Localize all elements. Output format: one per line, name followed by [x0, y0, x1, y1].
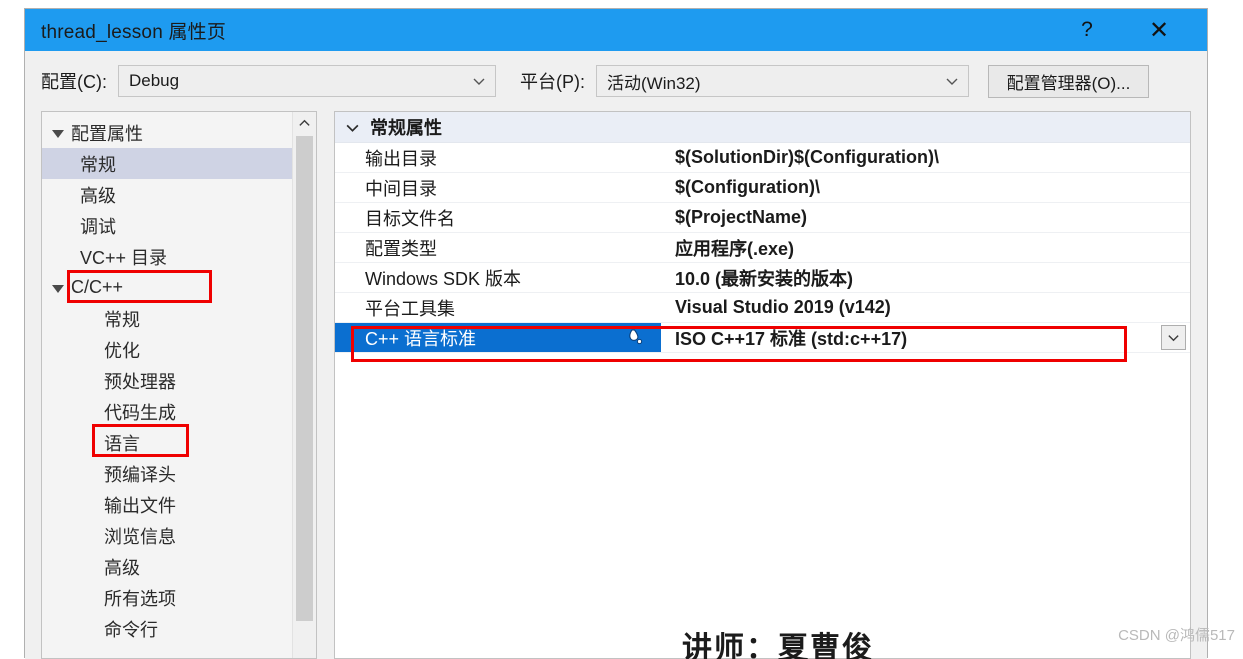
property-name-label: 平台工具集	[365, 298, 455, 319]
tree-item-4[interactable]: VC++ 目录	[42, 241, 292, 272]
tree-item-11[interactable]: 预编译头	[42, 458, 292, 489]
tree-item-1[interactable]: 常规	[42, 148, 292, 179]
property-grid-panel: 常规属性 输出目录 $(SolutionDir)$(Configuration)\…	[334, 111, 1191, 659]
tree-item-label: 常规	[80, 154, 116, 175]
tree-item-label: 输出文件	[104, 495, 176, 516]
property-row-6[interactable]: C++ 语言标准 ISO C++17 标准 (std:c++17)	[335, 323, 1190, 353]
tree-item-10[interactable]: 语言	[42, 424, 292, 458]
tree-item-label: 代码生成	[104, 402, 176, 423]
property-grid-rows: 输出目录 $(SolutionDir)$(Configuration)\ 中间目录 $…	[335, 143, 1190, 353]
tree-item-label: 高级	[104, 557, 140, 578]
title-bar: thread_lesson 属性页 ? ✕	[25, 9, 1207, 51]
tree-item-14[interactable]: 高级	[42, 551, 292, 582]
property-row-4[interactable]: Windows SDK 版本 10.0 (最新安装的版本)	[335, 263, 1190, 293]
tree-item-9[interactable]: 代码生成	[42, 396, 292, 427]
property-name-label: C++ 语言标准	[365, 328, 477, 349]
property-group-header[interactable]: 常规属性	[335, 112, 1190, 143]
property-name-cell[interactable]: 中间目录	[335, 173, 661, 202]
platform-label: 平台(P):	[520, 72, 585, 92]
property-name-label: 中间目录	[365, 178, 437, 199]
dialog-body: 配置(C): Debug 平台(P): 活动(Win32) 配置管理器(O)..…	[25, 51, 1207, 659]
property-value-cell[interactable]: $(ProjectName)	[661, 207, 807, 228]
property-name-cell[interactable]: C++ 语言标准	[335, 323, 661, 352]
mouse-cursor-icon	[629, 328, 643, 344]
window-title: thread_lesson 属性页	[41, 21, 227, 43]
tree-item-label: VC++ 目录	[80, 247, 168, 268]
tree-item-13[interactable]: 浏览信息	[42, 520, 292, 551]
tree-item-5[interactable]: C/C++	[42, 270, 292, 303]
tree-item-label: 高级	[80, 185, 116, 206]
property-name-cell[interactable]: 配置类型	[335, 233, 661, 262]
scroll-up-icon[interactable]	[293, 112, 316, 134]
platform-select-value: 活动(Win32)	[607, 73, 701, 93]
instructor-text: 讲师：夏曹俊	[682, 632, 874, 659]
property-name-label: Windows SDK 版本	[365, 268, 522, 289]
property-value-cell[interactable]: $(Configuration)\	[661, 177, 820, 198]
property-name-label: 目标文件名	[365, 208, 455, 229]
property-group-header-label: 常规属性	[370, 118, 442, 138]
platform-select[interactable]: 活动(Win32)	[596, 65, 969, 97]
property-name-label: 输出目录	[365, 148, 437, 169]
tree-item-label: 常规	[104, 309, 140, 330]
property-pages-dialog: thread_lesson 属性页 ? ✕ 配置(C): Debug 平台(P)…	[24, 8, 1208, 659]
chevron-down-icon	[473, 78, 485, 85]
expander-triangle-icon[interactable]	[52, 284, 64, 293]
tree-item-label: 预编译头	[104, 464, 176, 485]
tree-item-0[interactable]: 配置属性	[42, 117, 292, 148]
property-name-cell[interactable]: 输出目录	[335, 143, 661, 172]
configuration-toolbar: 配置(C): Debug 平台(P): 活动(Win32) 配置管理器(O)..…	[25, 51, 1207, 98]
property-tree: 配置属性 常规 高级 调试 VC++ 目录 C/C++ 常规 优化 预处理器 代码生成 语言 预编译头…	[42, 112, 292, 658]
property-row-2[interactable]: 目标文件名 $(ProjectName)	[335, 203, 1190, 233]
tree-item-label: 浏览信息	[104, 526, 176, 547]
configuration-label: 配置(C):	[41, 72, 107, 92]
tree-item-15[interactable]: 所有选项	[42, 582, 292, 613]
chevron-up-icon	[299, 119, 310, 126]
bottom-overlay: 讲师：夏曹俊	[379, 615, 1177, 659]
chevron-down-icon	[1168, 335, 1179, 342]
watermark: CSDN @鸿儒517	[1118, 627, 1235, 644]
tree-scrollbar-thumb[interactable]	[296, 136, 313, 621]
configuration-manager-button[interactable]: 配置管理器(O)...	[988, 64, 1149, 98]
tree-item-2[interactable]: 高级	[42, 179, 292, 210]
property-value-cell[interactable]: 10.0 (最新安装的版本)	[661, 265, 853, 291]
property-row-3[interactable]: 配置类型 应用程序(.exe)	[335, 233, 1190, 263]
tree-item-label: 命令行	[104, 619, 158, 640]
tree-scrollbar[interactable]	[292, 112, 316, 658]
property-name-cell[interactable]: Windows SDK 版本	[335, 263, 661, 292]
property-row-5[interactable]: 平台工具集 Visual Studio 2019 (v142)	[335, 293, 1190, 323]
tree-item-label: 调试	[80, 216, 116, 237]
property-tree-panel: 配置属性 常规 高级 调试 VC++ 目录 C/C++ 常规 优化 预处理器 代码生成 语言 预编译头…	[41, 111, 317, 659]
tree-item-6[interactable]: 常规	[42, 303, 292, 334]
close-icon[interactable]: ✕	[1135, 9, 1183, 51]
tree-item-7[interactable]: 优化	[42, 334, 292, 365]
configuration-select-value: Debug	[129, 71, 180, 90]
tree-item-label: 所有选项	[104, 588, 176, 609]
property-row-0[interactable]: 输出目录 $(SolutionDir)$(Configuration)\	[335, 143, 1190, 173]
content-panels: 配置属性 常规 高级 调试 VC++ 目录 C/C++ 常规 优化 预处理器 代码生成 语言 预编译头…	[41, 111, 1191, 659]
chevron-down-icon	[946, 78, 958, 85]
property-name-cell[interactable]: 平台工具集	[335, 293, 661, 322]
chevron-down-icon	[346, 124, 359, 132]
property-value-cell[interactable]: 应用程序(.exe)	[661, 235, 794, 261]
tree-item-16[interactable]: 命令行	[42, 613, 292, 644]
tree-item-label: 配置属性	[71, 123, 143, 144]
value-dropdown-button[interactable]	[1161, 325, 1186, 350]
tree-item-label: C/C++	[71, 277, 124, 297]
property-value-cell[interactable]: $(SolutionDir)$(Configuration)\	[661, 147, 939, 168]
tree-item-3[interactable]: 调试	[42, 210, 292, 241]
help-icon[interactable]: ?	[1063, 9, 1111, 51]
property-value-cell[interactable]: ISO C++17 标准 (std:c++17)	[661, 325, 907, 351]
property-value-cell[interactable]: Visual Studio 2019 (v142)	[661, 297, 891, 318]
tree-item-8[interactable]: 预处理器	[42, 365, 292, 396]
tree-item-label: 预处理器	[104, 371, 176, 392]
property-name-label: 配置类型	[365, 238, 437, 259]
property-name-cell[interactable]: 目标文件名	[335, 203, 661, 232]
configuration-select[interactable]: Debug	[118, 65, 496, 97]
property-row-1[interactable]: 中间目录 $(Configuration)\	[335, 173, 1190, 203]
tree-item-label: 优化	[104, 340, 140, 361]
tree-item-label: 语言	[104, 433, 140, 454]
tree-item-12[interactable]: 输出文件	[42, 489, 292, 520]
expander-triangle-icon[interactable]	[52, 129, 64, 138]
